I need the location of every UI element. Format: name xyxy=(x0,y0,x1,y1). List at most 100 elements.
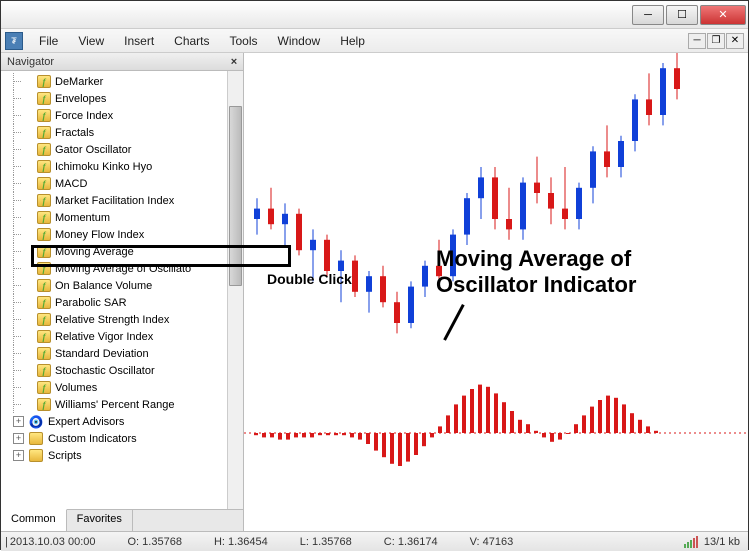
indicator-label: On Balance Volume xyxy=(55,280,152,292)
status-low: L: 1.35768 xyxy=(300,536,352,548)
expand-icon[interactable]: + xyxy=(13,450,24,461)
indicator-item[interactable]: fMoving Average of Oscillato xyxy=(1,260,243,277)
indicator-item[interactable]: f Standard Deviation xyxy=(1,345,243,362)
indicator-item[interactable]: fMoney Flow Index xyxy=(1,226,243,243)
navigator-header: Navigator × xyxy=(1,53,243,71)
menu-tools[interactable]: Tools xyxy=(220,31,268,51)
status-high: H: 1.36454 xyxy=(214,536,268,548)
menu-file[interactable]: File xyxy=(29,31,68,51)
indicator-icon: f xyxy=(37,364,51,377)
indicator-item[interactable]: f Momentum xyxy=(1,209,243,226)
indicator-item[interactable]: fStochastic Oscillator xyxy=(1,362,243,379)
indicator-label: Moving Average of Oscillato xyxy=(55,263,191,275)
indicator-item[interactable]: f On Balance Volume xyxy=(1,277,243,294)
indicator-label: Volumes xyxy=(55,382,97,394)
tree-group[interactable]: + 🧿 Expert Advisors xyxy=(1,413,243,430)
group-icon: 🧿 xyxy=(28,415,44,429)
indicator-label: Williams' Percent Range xyxy=(55,399,174,411)
indicator-item[interactable]: fParabolic SAR xyxy=(1,294,243,311)
indicator-icon: f xyxy=(37,245,51,258)
indicator-item[interactable]: f Ichimoku Kinko Hyo xyxy=(1,158,243,175)
indicator-item[interactable]: f Williams' Percent Range xyxy=(1,396,243,413)
expand-icon[interactable]: + xyxy=(13,416,24,427)
group-icon xyxy=(28,432,44,446)
indicator-item[interactable]: fFractals xyxy=(1,124,243,141)
indicator-item[interactable]: fGator Oscillator xyxy=(1,141,243,158)
scrollbar-thumb[interactable] xyxy=(229,106,242,286)
expand-icon[interactable]: + xyxy=(13,433,24,444)
indicator-label: DeMarker xyxy=(55,76,103,88)
indicator-icon: f xyxy=(37,75,51,88)
indicator-icon: f xyxy=(37,126,51,139)
indicator-icon: f xyxy=(37,228,51,241)
indicator-icon: f xyxy=(37,381,51,394)
indicator-icon: f xyxy=(37,313,51,326)
indicator-item[interactable]: f Moving Average xyxy=(1,243,243,260)
indicator-label: Ichimoku Kinko Hyo xyxy=(55,161,152,173)
minimize-button[interactable]: ─ xyxy=(632,5,664,25)
group-icon xyxy=(28,449,44,463)
maximize-button[interactable]: ☐ xyxy=(666,5,698,25)
indicator-item[interactable]: f Force Index xyxy=(1,107,243,124)
group-label: Custom Indicators xyxy=(48,433,137,445)
title-bar: ─ ☐ ✕ xyxy=(1,1,748,29)
navigator-scrollbar[interactable] xyxy=(227,71,243,509)
indicator-label: Relative Vigor Index xyxy=(55,331,153,343)
menu-view[interactable]: View xyxy=(68,31,114,51)
indicator-item[interactable]: fMarket Facilitation Index xyxy=(1,192,243,209)
indicator-icon: f xyxy=(37,279,51,292)
menu-bar: ₮ File View Insert Charts Tools Window H… xyxy=(1,29,748,53)
indicator-label: Parabolic SAR xyxy=(55,297,127,309)
indicator-item[interactable]: f Relative Vigor Index xyxy=(1,328,243,345)
indicator-label: Gator Oscillator xyxy=(55,144,131,156)
menu-charts[interactable]: Charts xyxy=(164,31,219,51)
group-label: Scripts xyxy=(48,450,82,462)
annotation-line2: Oscillator Indicator xyxy=(436,272,637,298)
indicator-label: Market Facilitation Index xyxy=(55,195,174,207)
navigator-tree[interactable]: fDeMarkerfEnvelopesfForce IndexfFractals… xyxy=(1,71,243,509)
tab-common[interactable]: Common xyxy=(1,509,67,531)
indicator-item[interactable]: f DeMarker xyxy=(1,73,243,90)
tree-group[interactable]: + Scripts xyxy=(1,447,243,464)
indicator-item[interactable]: f MACD xyxy=(1,175,243,192)
indicator-item[interactable]: f Volumes xyxy=(1,379,243,396)
navigator-close-icon[interactable]: × xyxy=(227,55,241,69)
menu-insert[interactable]: Insert xyxy=(114,31,164,51)
indicator-item[interactable]: f Relative Strength Index xyxy=(1,311,243,328)
indicator-label: Standard Deviation xyxy=(55,348,149,360)
mdi-minimize-button[interactable]: ─ xyxy=(688,33,706,49)
status-connection: 13/1 kb xyxy=(684,536,740,548)
indicator-label: Moving Average xyxy=(55,246,134,258)
indicator-label: MACD xyxy=(55,178,87,190)
status-volume: V: 47163 xyxy=(470,536,514,548)
indicator-label: Relative Strength Index xyxy=(55,314,169,326)
indicator-icon: f xyxy=(37,347,51,360)
annotation-line1: Moving Average of xyxy=(436,246,637,272)
indicator-icon: f xyxy=(37,398,51,411)
close-button[interactable]: ✕ xyxy=(700,5,746,25)
indicator-item[interactable]: fEnvelopes xyxy=(1,90,243,107)
double-click-label: Double Click xyxy=(267,271,352,287)
indicator-label: Force Index xyxy=(55,110,113,122)
mdi-close-button[interactable]: ✕ xyxy=(726,33,744,49)
menu-window[interactable]: Window xyxy=(268,31,331,51)
indicator-icon: f xyxy=(37,92,51,105)
tree-group[interactable]: + Custom Indicators xyxy=(1,430,243,447)
indicator-name-annotation: Moving Average of Oscillator Indicator xyxy=(436,246,637,299)
app-icon: ₮ xyxy=(5,32,23,50)
mdi-restore-button[interactable]: ❐ xyxy=(707,33,725,49)
indicator-icon: f xyxy=(37,109,51,122)
indicator-label: Momentum xyxy=(55,212,110,224)
indicator-icon: f xyxy=(37,160,51,173)
navigator-tabs: Common Favorites xyxy=(1,509,243,531)
indicator-icon: f xyxy=(37,211,51,224)
indicator-icon: f xyxy=(37,330,51,343)
tab-favorites[interactable]: Favorites xyxy=(67,510,133,531)
navigator-title: Navigator xyxy=(7,56,54,68)
navigator-panel: Navigator × fDeMarkerfEnvelopesfForce In… xyxy=(1,53,244,531)
menu-help[interactable]: Help xyxy=(330,31,375,51)
group-label: Expert Advisors xyxy=(48,416,124,428)
window-buttons: ─ ☐ ✕ xyxy=(632,5,746,25)
indicator-icon: f xyxy=(37,177,51,190)
annotation-pointer-line xyxy=(462,304,494,336)
